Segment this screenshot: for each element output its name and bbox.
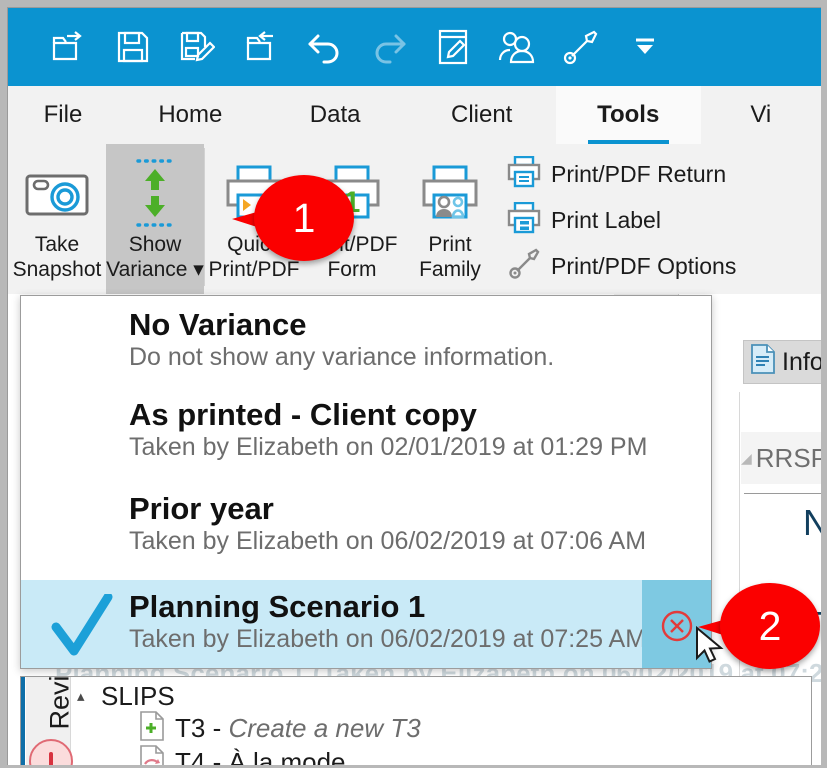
menu-item-planning-scenario-1-subtitle: Taken by Elizabeth on 06/02/2019 at 07:2… — [129, 625, 647, 653]
tab-client-label: Client — [450, 101, 513, 128]
callout-2-number: 2 — [758, 602, 782, 649]
background-info-label: Info — [782, 347, 821, 376]
document-arrow-icon — [139, 744, 165, 765]
forms-tree: ▴ SLIPS T3 - Create a new T3 T4 - À la m… — [77, 681, 811, 765]
background-rrsp-label: RRSP — [755, 442, 821, 473]
show-variance-label2: Variance — [106, 258, 188, 281]
tree-item-t4-label: T4 - À la mode — [175, 746, 346, 766]
ribbon-command-list: Print/PDF Return Print Label Print/PDF O… — [499, 144, 736, 288]
save-edit-icon[interactable] — [176, 26, 218, 68]
menu-item-as-printed[interactable]: As printed - Client copy Taken by Elizab… — [21, 392, 711, 486]
printer-return-icon — [507, 155, 541, 193]
callout-1-number: 1 — [292, 194, 316, 241]
print-pdf-options-label: Print/PDF Options — [551, 252, 737, 279]
take-snapshot-label2: Snapshot — [12, 258, 102, 281]
tab-data[interactable]: Data — [263, 86, 408, 144]
show-variance-label1: Show — [128, 233, 182, 256]
forms-tree-panel: Revi ▴ SLIPS T3 - Create a new T3 T4 - À… — [20, 676, 812, 765]
notes-icon[interactable] — [432, 26, 474, 68]
menu-item-prior-year-title: Prior year — [129, 491, 274, 526]
printer-label-icon — [507, 201, 541, 239]
show-variance-dropdown-menu: No Variance Do not show any variance inf… — [20, 295, 712, 669]
panel-accent-bar — [21, 677, 25, 765]
tab-tools-label: Tools — [597, 101, 660, 128]
background-tab-info[interactable]: Info — [743, 340, 821, 384]
ribbon-toolbar: Take Snapshot Show Variance ▾ Quick Prin… — [8, 144, 821, 296]
callout-1: 1 — [232, 175, 354, 261]
tab-file[interactable]: File — [8, 86, 118, 144]
print-pdf-return-label: Print/PDF Return — [551, 160, 727, 187]
tree-item-t3-label: T3 - Create a new T3 — [175, 712, 421, 743]
tab-client[interactable]: Client — [408, 86, 556, 144]
redo-icon[interactable] — [368, 26, 410, 68]
tab-view-label: Vi — [750, 101, 772, 128]
menu-item-no-variance-title: No Variance — [129, 307, 307, 342]
print-pdf-return-button[interactable]: Print/PDF Return — [507, 152, 736, 196]
ribbon-tab-strip: File Home Data Client Tools Vi — [8, 86, 821, 145]
menu-item-prior-year-subtitle: Taken by Elizabeth on 06/02/2019 at 07:0… — [129, 527, 647, 555]
camera-icon — [24, 154, 90, 232]
take-snapshot-label1: Take — [34, 233, 80, 256]
background-rule — [744, 493, 821, 494]
save-icon[interactable] — [112, 26, 154, 68]
print-family-label1: Print — [428, 233, 472, 256]
variance-arrows-icon — [122, 154, 188, 232]
show-variance-button[interactable]: Show Variance ▾ — [106, 144, 204, 296]
print-family-icon — [417, 154, 483, 232]
tab-file-label: File — [43, 101, 83, 128]
take-snapshot-button[interactable]: Take Snapshot — [8, 144, 106, 296]
new-document-icon — [139, 710, 165, 746]
application-window: File Home Data Client Tools Vi Take Snaps… — [7, 7, 821, 765]
chevron-down-icon[interactable] — [624, 26, 666, 68]
tree-node-slips-label: SLIPS — [101, 680, 175, 711]
tree-twist-icon: ◢ — [741, 449, 752, 466]
open-folder-icon[interactable] — [48, 26, 90, 68]
checkmark-icon — [51, 592, 113, 665]
tab-tools[interactable]: Tools — [555, 86, 701, 144]
document-info-icon — [750, 343, 776, 381]
print-label-button[interactable]: Print Label — [507, 198, 736, 242]
menu-item-as-printed-subtitle: Taken by Elizabeth on 02/01/2019 at 01:2… — [129, 433, 648, 461]
print-family-button[interactable]: Print Family — [401, 144, 499, 296]
menu-item-planning-scenario-1[interactable]: Planning Scenario 1 Taken by Elizabeth o… — [21, 580, 711, 668]
print-family-label2: Family — [419, 258, 481, 281]
quick-access-toolbar — [8, 8, 821, 86]
tab-home-label: Home — [158, 101, 223, 128]
background-letter-n: N — [803, 502, 821, 544]
quick-print-label2: Print/PDF — [208, 258, 300, 281]
print-pdf-options-button[interactable]: Print/PDF Options — [507, 244, 736, 288]
menu-item-no-variance-subtitle: Do not show any variance information. — [129, 343, 555, 371]
background-rrsp-node[interactable]: ◢ RRSP — [741, 432, 821, 484]
tab-home[interactable]: Home — [118, 86, 263, 144]
dropdown-caret-icon[interactable]: ▾ — [187, 258, 204, 281]
menu-item-prior-year[interactable]: Prior year Taken by Elizabeth on 06/02/2… — [21, 486, 711, 580]
tree-twist-icon[interactable]: ▴ — [77, 687, 93, 705]
undo-icon[interactable] — [304, 26, 346, 68]
print-label-label: Print Label — [551, 206, 661, 233]
circle-x-icon — [660, 609, 694, 648]
menu-item-as-printed-title: As printed - Client copy — [129, 397, 477, 432]
tab-view[interactable]: Vi — [701, 86, 821, 144]
menu-item-no-variance[interactable]: No Variance Do not show any variance inf… — [21, 296, 711, 392]
tree-item-t3[interactable]: T3 - Create a new T3 — [77, 710, 811, 746]
tree-item-t4[interactable]: T4 - À la mode — [77, 744, 811, 766]
review-rail-label: Revi — [44, 676, 75, 730]
callout-2: 2 — [698, 583, 820, 669]
tab-data-label: Data — [309, 101, 361, 128]
wrench-icon[interactable] — [560, 26, 602, 68]
print-form-label2: Form — [327, 258, 377, 281]
close-folder-icon[interactable] — [240, 26, 282, 68]
wrench-icon — [507, 248, 541, 285]
clients-icon[interactable] — [496, 26, 538, 68]
tree-node-slips[interactable]: ▴ SLIPS — [77, 681, 811, 711]
menu-item-planning-scenario-1-title: Planning Scenario 1 — [129, 589, 426, 624]
